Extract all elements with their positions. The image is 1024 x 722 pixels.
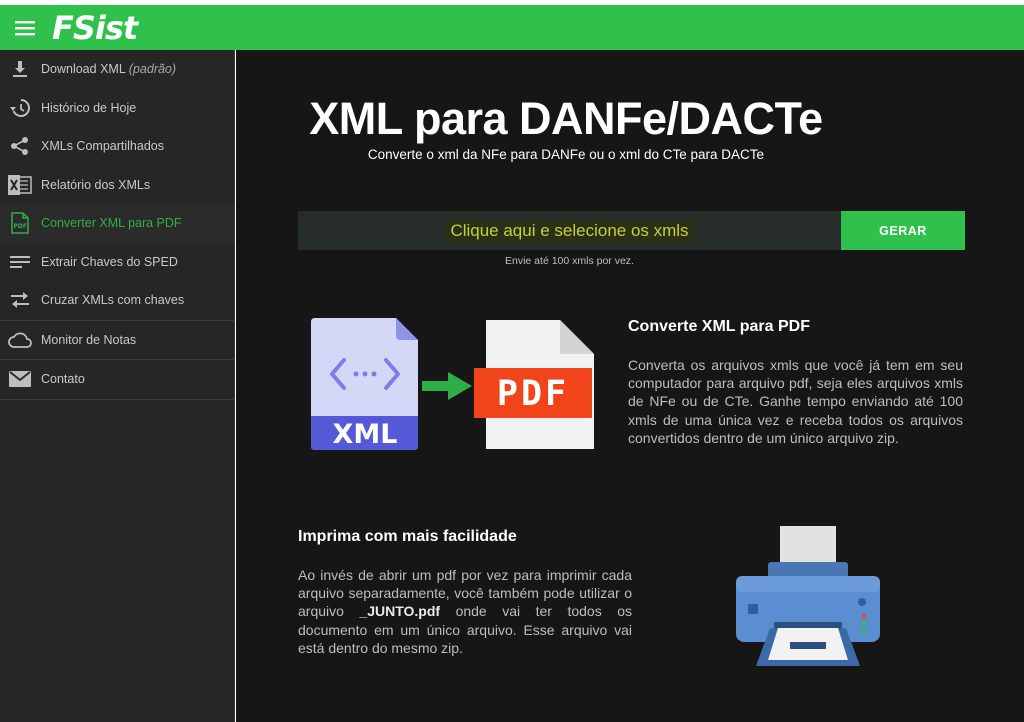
file-select-label: Clique aqui e selecione os xmls xyxy=(444,218,695,243)
sidebar: Download XML (padrão) Histórico de Hoje … xyxy=(0,50,235,722)
sidebar-item-cruzar-xmls[interactable]: Cruzar XMLs com chaves xyxy=(0,281,234,320)
xml-label: XML xyxy=(333,419,398,450)
generate-button[interactable]: GERAR xyxy=(841,211,965,250)
pdf-label: PDF xyxy=(497,374,569,414)
sidebar-item-label: XMLs Compartilhados xyxy=(41,139,164,154)
sidebar-item-extrair-chaves[interactable]: Extrair Chaves do SPED xyxy=(0,243,234,282)
upload-hint: Envie até 100 xmls por vez. xyxy=(505,255,634,267)
svg-text:PDF: PDF xyxy=(14,223,27,230)
share-icon xyxy=(8,134,32,158)
xml-file-icon: XML xyxy=(311,318,418,450)
section-heading-convert: Converte XML para PDF xyxy=(628,318,810,335)
sidebar-divider xyxy=(0,398,234,400)
pdf-file-icon: PDF xyxy=(8,211,32,235)
hamburger-menu-button[interactable] xyxy=(0,5,50,50)
swap-arrows-icon xyxy=(8,288,32,312)
sidebar-item-label: Contato xyxy=(41,372,85,387)
hamburger-icon xyxy=(15,20,35,35)
file-select-button[interactable]: Clique aqui e selecione os xmls xyxy=(298,211,841,250)
section-body-convert: Converta os arquivos xmls que você já te… xyxy=(628,357,963,446)
sidebar-item-contato[interactable]: Contato xyxy=(0,360,234,399)
main-content: XML para DANFe/DACTe Converte o xml da N… xyxy=(236,50,1024,722)
mail-icon xyxy=(8,367,32,391)
sidebar-item-historico[interactable]: Histórico de Hoje xyxy=(0,89,234,128)
page-title: XML para DANFe/DACTe xyxy=(309,93,823,144)
cloud-icon xyxy=(8,328,32,352)
sidebar-item-label: Converter XML para PDF xyxy=(41,216,182,231)
download-icon xyxy=(8,57,32,81)
sidebar-item-label: Monitor de Notas xyxy=(41,332,137,347)
sidebar-item-label: Cruzar XMLs com chaves xyxy=(41,293,185,308)
fsist-logo[interactable]: FSist xyxy=(52,9,138,47)
sidebar-item-converter-pdf[interactable]: PDF Converter XML para PDF xyxy=(0,204,234,243)
top-bar: FSist xyxy=(0,5,1024,50)
sidebar-item-download-xml[interactable]: Download XML (padrão) xyxy=(0,50,234,89)
lines-icon xyxy=(8,250,32,274)
history-icon xyxy=(8,96,32,120)
section-heading-print: Imprima com mais facilidade xyxy=(298,528,517,545)
sidebar-item-label: Extrair Chaves do SPED xyxy=(41,254,178,269)
xml-to-pdf-illustration: XML PDF xyxy=(311,318,594,450)
sidebar-item-compartilhados[interactable]: XMLs Compartilhados xyxy=(0,127,234,166)
excel-icon xyxy=(8,173,32,197)
arrow-right-icon xyxy=(422,372,472,400)
section-body-print: Ao invés de abrir um pdf por vez para im… xyxy=(298,567,632,656)
pdf-file-icon: PDF xyxy=(474,320,594,449)
sidebar-item-monitor[interactable]: Monitor de Notas xyxy=(0,321,234,360)
sidebar-item-label: Relatório dos XMLs xyxy=(41,177,151,192)
sidebar-item-relatorio[interactable]: Relatório dos XMLs xyxy=(0,166,234,205)
sidebar-item-label: Histórico de Hoje xyxy=(41,100,137,115)
printer-icon xyxy=(736,526,880,666)
sidebar-item-label: Download XML (padrão) xyxy=(41,62,177,77)
page-subtitle: Converte o xml da NFe para DANFe ou o xm… xyxy=(367,147,765,162)
